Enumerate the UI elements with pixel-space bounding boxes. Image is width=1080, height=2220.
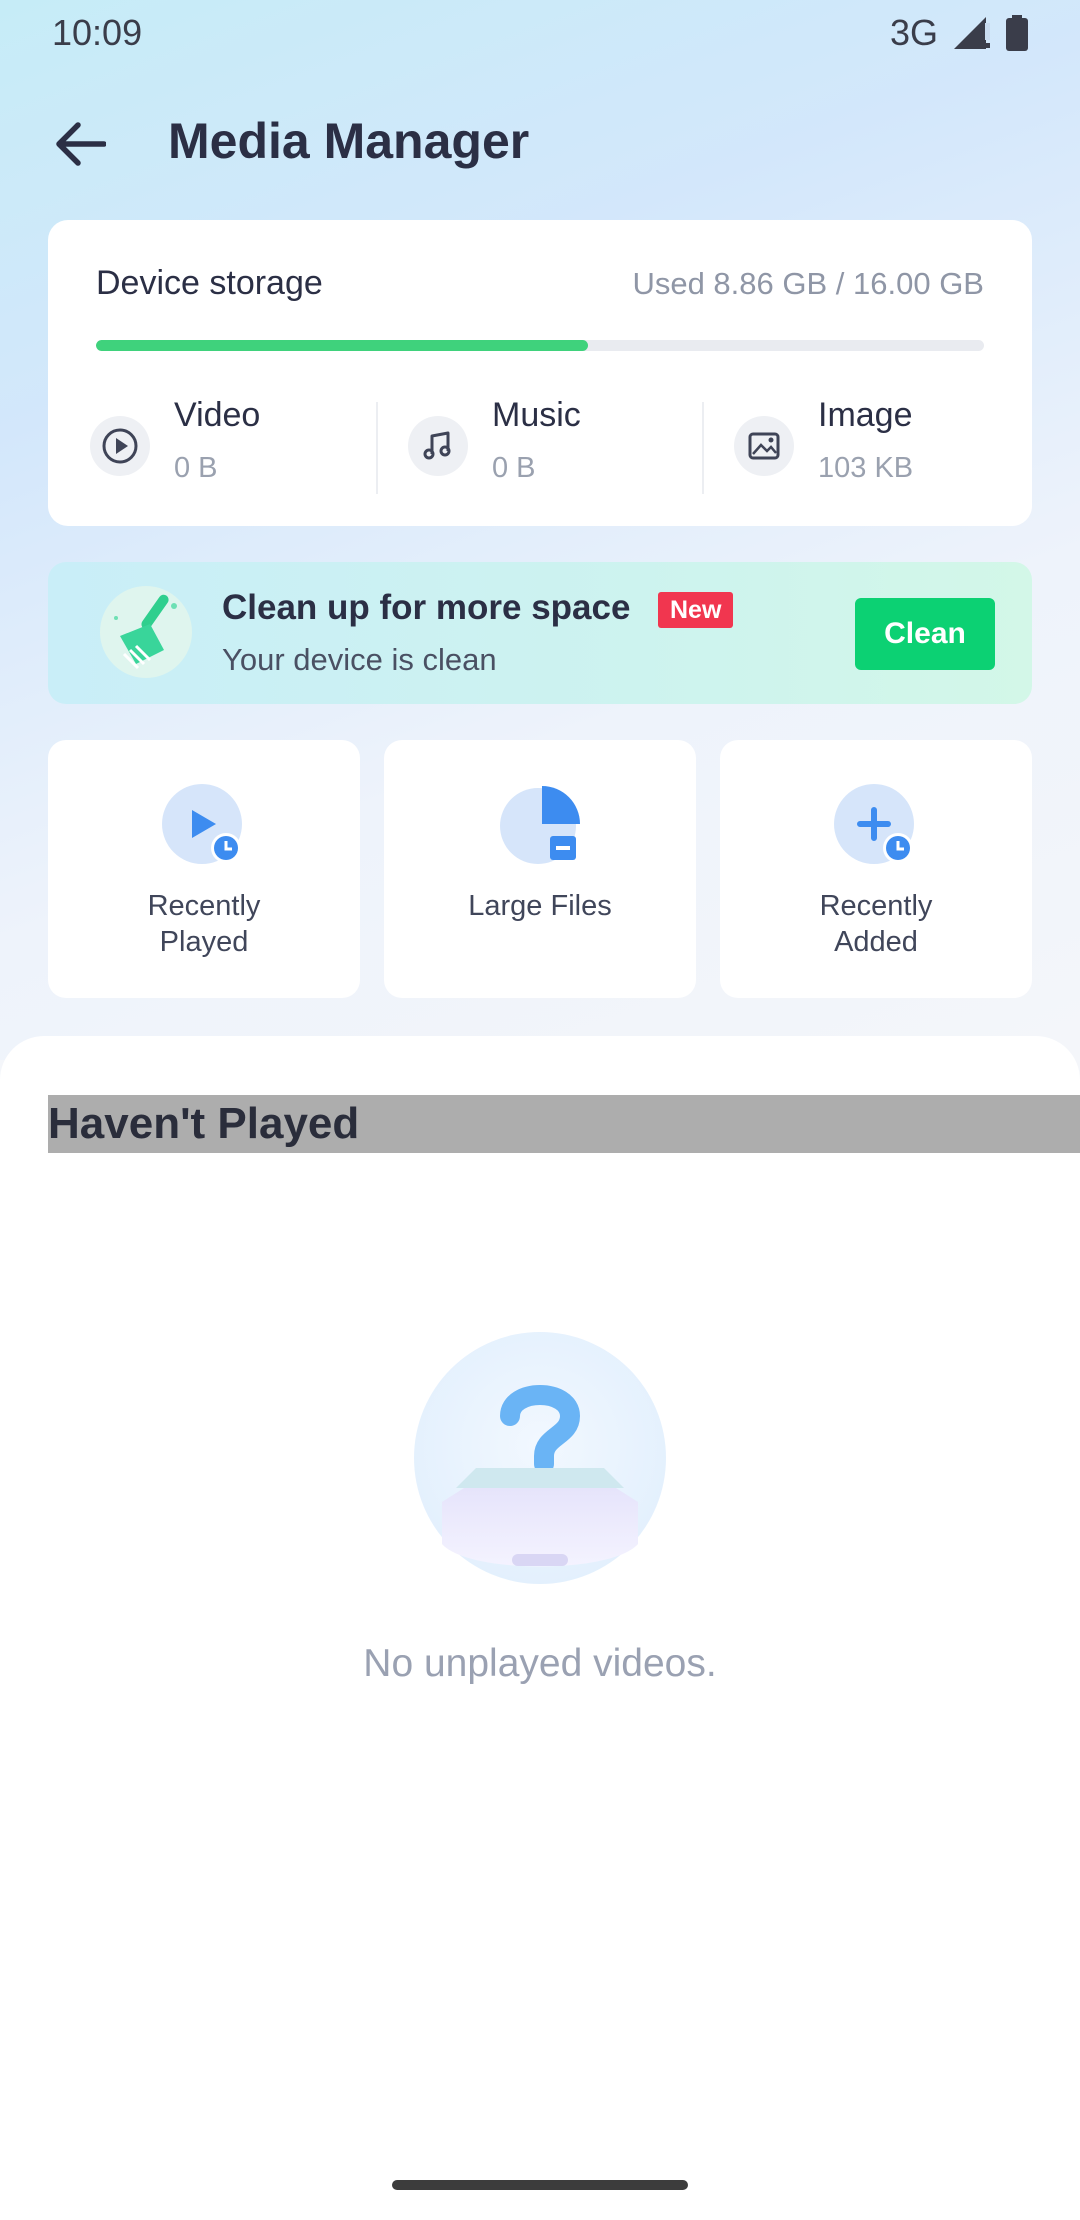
empty-state-message: No unplayed videos. [363,1642,717,1685]
category-size: 0 B [492,452,536,484]
signal-icon [954,17,990,49]
storage-title: Device storage [96,264,323,302]
section-header: Haven't Played [48,1095,1080,1153]
tile-recently-added[interactable]: Recently Added [720,740,1032,998]
storage-card[interactable]: Device storage Used 8.86 GB / 16.00 GB V… [48,220,1032,526]
page-title: Media Manager [168,113,530,169]
music-note-icon [408,416,468,476]
clean-banner[interactable]: Clean up for more space New Your device … [48,562,1032,704]
status-bar: 10:09 3G [0,0,1080,66]
status-time: 10:09 [52,12,143,53]
category-image[interactable]: Image 103 KB [734,396,994,496]
image-icon [734,416,794,476]
storage-progress-bar [96,340,984,351]
clean-subtitle: Your device is clean [222,642,497,677]
arrow-left-icon [56,122,106,166]
recently-played-icon [162,784,242,864]
clean-title: Clean up for more space [222,588,631,627]
tile-recently-played[interactable]: Recently Played [48,740,360,998]
tile-label: Recently Played [147,890,261,958]
broom-icon [100,586,192,678]
large-files-icon [500,786,580,864]
divider [702,402,704,494]
tile-label: Recently Added [819,890,933,958]
storage-progress-fill [96,340,588,351]
category-name: Image [818,396,913,434]
question-box-icon [414,1332,666,1584]
app-bar: Media Manager [0,96,1080,188]
category-music[interactable]: Music 0 B [408,396,668,496]
section-title: Haven't Played [48,1099,360,1148]
category-video[interactable]: Video 0 B [90,396,350,496]
havent-played-section: Haven't Played No unplayed videos. [0,1036,1080,2220]
battery-icon [1006,15,1028,51]
tile-large-files[interactable]: Large Files [384,740,696,998]
recently-added-icon [834,784,914,864]
back-button[interactable] [50,114,110,174]
new-badge: New [658,592,734,628]
category-name: Music [492,396,581,434]
network-type: 3G [889,12,938,53]
tile-label: Large Files [468,890,612,922]
divider [376,402,378,494]
category-name: Video [174,396,261,434]
clean-button[interactable]: Clean [855,598,995,670]
status-indicators: 3G [890,12,1028,54]
storage-used-text: Used 8.86 GB / 16.00 GB [632,266,984,301]
category-size: 0 B [174,452,218,484]
play-circle-icon [90,416,150,476]
home-indicator[interactable] [392,2180,688,2190]
category-size: 103 KB [818,452,914,484]
